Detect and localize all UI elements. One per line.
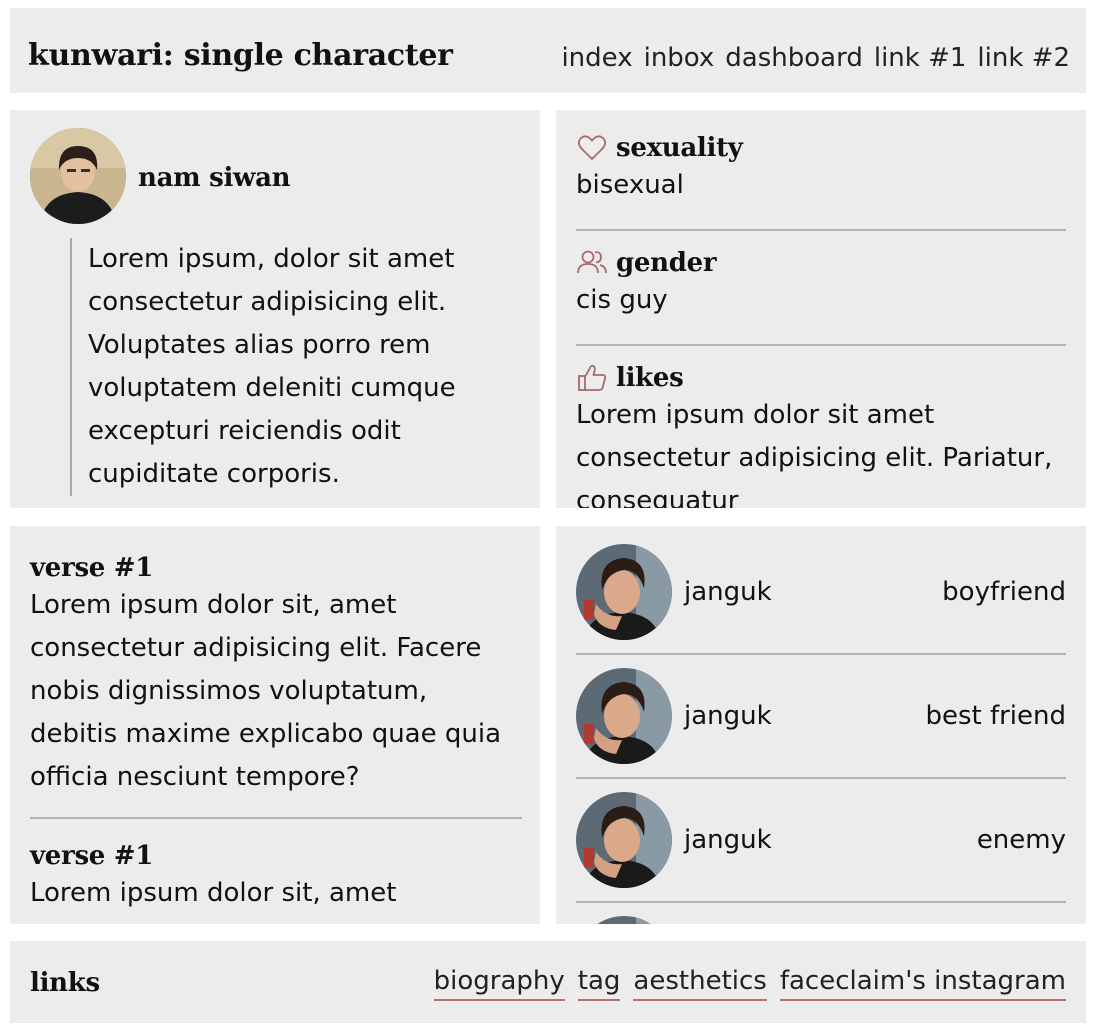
stat-label: sexuality [616,133,743,163]
stat-value: cis guy [576,285,668,315]
verse-title: verse #1 [30,553,154,583]
users-icon [577,250,607,274]
verses-panel: verse #1 Lorem ipsum dolor sit, amet con… [10,526,540,924]
nav-link-1[interactable]: link #1 [874,42,967,74]
avatar [30,128,126,224]
relationship-name: janguk [684,577,772,607]
avatar [576,544,672,640]
link-faceclaim-instagram[interactable]: faceclaim's instagram [779,965,1066,1001]
relationship-row[interactable]: janguk best friend [576,668,1066,764]
divider [576,901,1066,903]
divider [576,653,1066,655]
stat-value: bisexual [576,170,684,200]
divider [576,229,1066,231]
divider [576,344,1066,346]
nav-link-dashboard[interactable]: dashboard [725,42,863,74]
avatar [576,792,672,888]
relationship-type: enemy [976,825,1066,855]
stat-label: likes [616,363,684,393]
site-header: kunwari: single character index inbox da… [10,8,1086,93]
page-title: kunwari: single character [28,38,453,73]
stat-value: Lorem ipsum dolor sit amet consectetur a… [576,400,1053,508]
character-name: nam siwan [138,163,291,193]
verse-title: verse #1 [30,841,154,871]
stats-panel: sexuality bisexual gender cis guy likes … [556,110,1086,508]
relationship-row[interactable]: janguk enemy [576,792,1066,888]
verse-item: verse #1 Lorem ipsum dolor sit, amet [30,840,522,915]
avatar [576,668,672,764]
link-tag[interactable]: tag [577,965,621,1001]
stat-label: gender [616,248,717,278]
relationship-row-partial [576,916,1066,924]
bio-quote: Lorem ipsum, dolor sit amet consectetur … [70,238,510,496]
relationship-row[interactable]: janguk boyfriend [576,544,1066,640]
verse-item: verse #1 Lorem ipsum dolor sit, amet con… [30,552,522,799]
link-aesthetics[interactable]: aesthetics [633,965,767,1001]
nav-link-inbox[interactable]: inbox [644,42,715,74]
relationship-name: janguk [684,701,772,731]
link-biography[interactable]: biography [433,965,565,1001]
heart-icon [577,135,607,160]
nav-link-2[interactable]: link #2 [977,42,1070,74]
stat-likes: likes Lorem ipsum dolor sit amet consect… [576,362,1066,508]
verse-text: Lorem ipsum dolor sit, amet [30,878,397,908]
links-title: links [30,968,100,998]
nav-link-index[interactable]: index [561,42,632,74]
relationship-type: boyfriend [942,577,1066,607]
links-footer: links biography tag aesthetics faceclaim… [10,941,1086,1023]
thumbs-up-icon [578,364,607,391]
avatar [576,916,672,924]
divider [30,817,522,819]
top-nav: index inbox dashboard link #1 link #2 [561,42,1070,74]
stat-sexuality: sexuality bisexual [576,132,1066,207]
verse-text: Lorem ipsum dolor sit, amet consectetur … [30,590,502,792]
link-list: biography tag aesthetics faceclaim's ins… [433,965,1066,1001]
relationship-type: best friend [925,701,1066,731]
stat-gender: gender cis guy [576,247,1066,322]
relationships-panel: janguk boyfriend janguk best friend jang… [556,526,1086,924]
divider [576,777,1066,779]
profile-panel: nam siwan Lorem ipsum, dolor sit amet co… [10,110,540,508]
relationship-name: janguk [684,825,772,855]
